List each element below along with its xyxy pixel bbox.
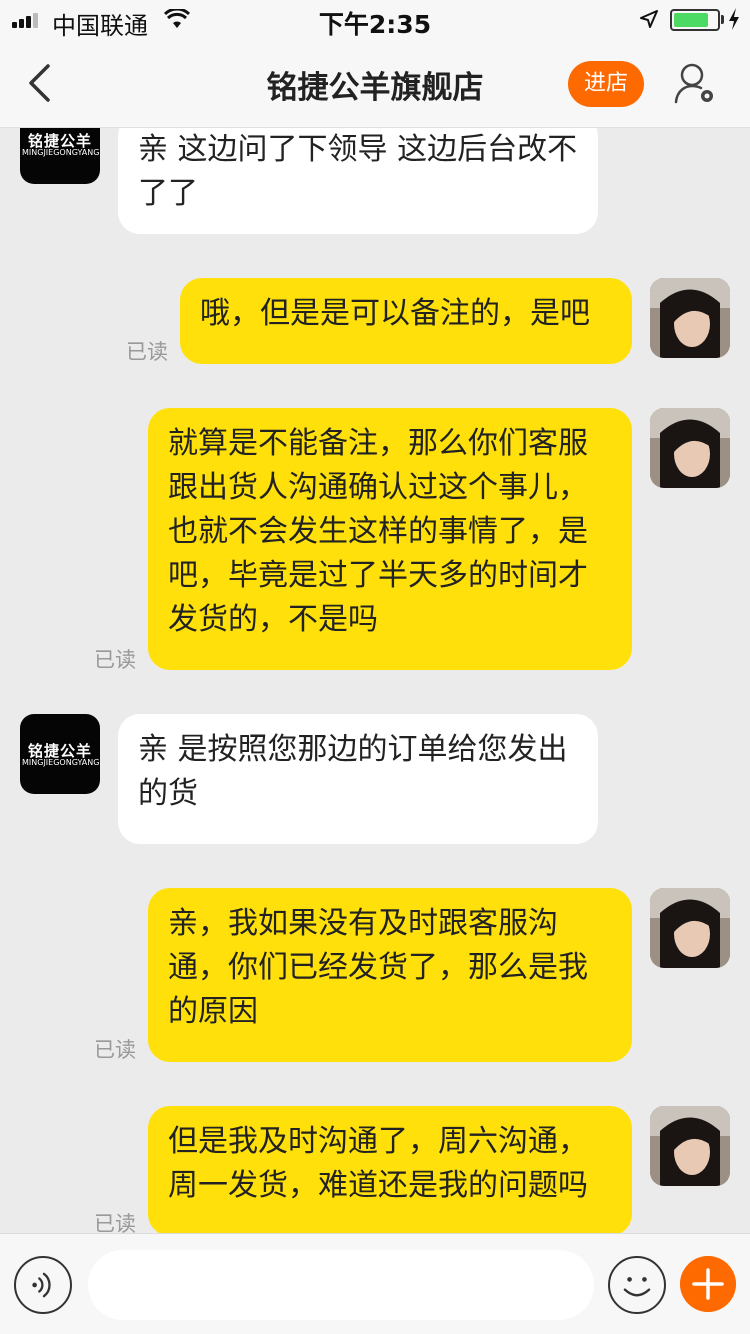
user-avatar[interactable] (650, 408, 730, 488)
plus-icon[interactable] (680, 1256, 736, 1312)
user-photo-icon (650, 278, 730, 358)
store-avatar[interactable]: 铭捷公羊 MINGJIEGONGYANG (20, 128, 100, 184)
store-avatar[interactable]: 铭捷公羊 MINGJIEGONGYANG (20, 714, 100, 794)
user-photo-icon (650, 1106, 730, 1186)
status-bar: 中国联通 下午2:35 (0, 0, 750, 40)
read-status: 已读 (94, 648, 136, 672)
chat-header: 铭捷公羊旗舰店 进店 (0, 40, 750, 128)
message-input-bar (0, 1233, 750, 1334)
user-settings-icon[interactable] (674, 62, 718, 106)
message-list[interactable]: 铭捷公羊 MINGJIEGONGYANG 亲 这边问了下领导 这边后台改不了了 … (0, 128, 750, 1233)
status-time: 下午2:35 (318, 10, 432, 39)
read-status: 已读 (94, 1212, 136, 1233)
message-bubble[interactable]: 就算是不能备注，那么你们客服跟出货人沟通确认过这个事儿，也就不会发生这样的事情了… (148, 408, 632, 670)
user-avatar[interactable] (650, 1106, 730, 1186)
enter-store-button[interactable]: 进店 (568, 61, 644, 107)
user-photo-icon (650, 408, 730, 488)
charging-bolt-icon (729, 8, 739, 30)
battery-cap (721, 15, 724, 24)
message-input[interactable] (88, 1250, 594, 1320)
read-status: 已读 (94, 1038, 136, 1062)
message-bubble[interactable]: 亲 是按照您那边的订单给您发出的货 (118, 714, 598, 844)
battery-level-fill (674, 13, 708, 27)
user-photo-icon (650, 888, 730, 968)
user-avatar[interactable] (650, 278, 730, 358)
emoji-icon[interactable] (608, 1256, 666, 1314)
read-status: 已读 (126, 340, 168, 364)
message-bubble[interactable]: 亲，我如果没有及时跟客服沟通，你们已经发货了，那么是我的原因 (148, 888, 632, 1062)
battery-icon (670, 9, 720, 31)
voice-input-icon[interactable] (14, 1256, 72, 1314)
message-bubble[interactable]: 亲 这边问了下领导 这边后台改不了了 (118, 128, 598, 234)
user-avatar[interactable] (650, 888, 730, 968)
message-bubble[interactable]: 但是我及时沟通了，周六沟通，周一发货，难道还是我的问题吗 (148, 1106, 632, 1233)
location-arrow-icon (640, 10, 658, 28)
message-bubble[interactable]: 哦，但是是可以备注的，是吧 (180, 278, 632, 364)
